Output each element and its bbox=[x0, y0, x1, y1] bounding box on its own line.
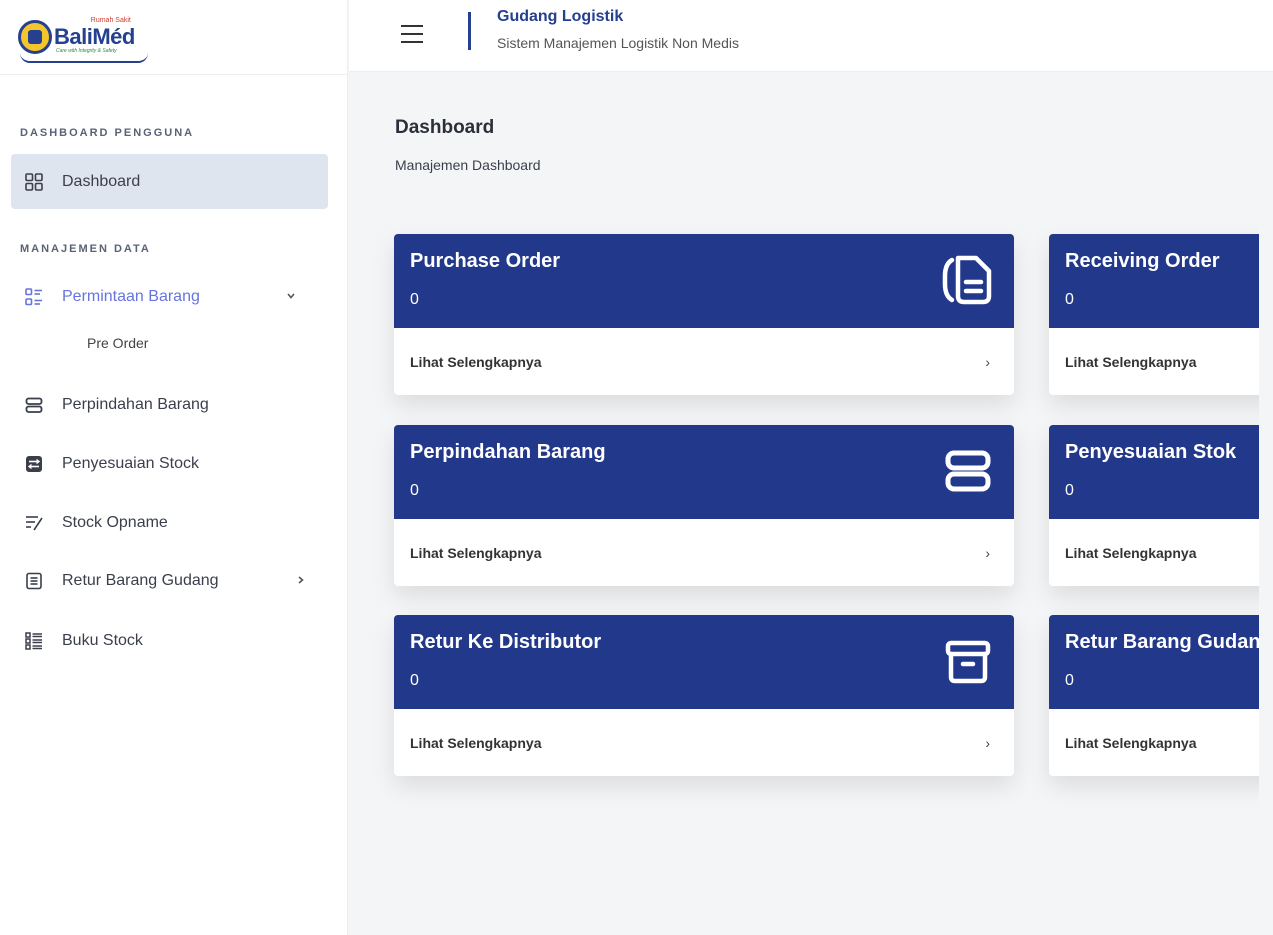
adjust-icon bbox=[25, 455, 43, 473]
chevron-down-icon bbox=[286, 290, 296, 304]
card-title: Perpindahan Barang bbox=[410, 441, 606, 463]
sidebar-item-permintaan-barang[interactable]: Permintaan Barang bbox=[11, 269, 328, 324]
card-see-more-link[interactable]: Lihat Selengkapnya bbox=[1049, 328, 1259, 395]
top-header: Gudang Logistik Sistem Manajemen Logisti… bbox=[349, 0, 1273, 72]
logo-area: Rumah Sakit BaliMéd Care with Integrity … bbox=[0, 0, 347, 75]
ledger-icon bbox=[25, 631, 43, 650]
card-title: Retur Ke Distributor bbox=[410, 631, 602, 653]
card-purchase-order: Purchase Order 0 Lihat Selengkapnya › bbox=[394, 234, 1014, 395]
sidebar-item-dashboard[interactable]: Dashboard bbox=[11, 154, 328, 209]
chevron-right-icon bbox=[296, 574, 306, 588]
card-see-more-link[interactable]: Lihat Selengkapnya › bbox=[394, 709, 1014, 776]
card-title: Receiving Order bbox=[1065, 250, 1220, 272]
sidebar-item-label: Retur Barang Gudang bbox=[62, 571, 219, 589]
hamburger-menu-icon[interactable] bbox=[401, 25, 423, 43]
header-title: Gudang Logistik bbox=[497, 8, 624, 25]
archive-icon bbox=[945, 640, 991, 684]
header-divider bbox=[468, 12, 471, 50]
document-icon bbox=[942, 255, 992, 305]
grid-icon bbox=[25, 172, 43, 191]
card-retur-ke-distributor: Retur Ke Distributor 0 Lihat Selengkapny… bbox=[394, 615, 1014, 776]
card-see-more-link[interactable]: Lihat Selengkapnya › bbox=[394, 519, 1014, 586]
chevron-right-icon: › bbox=[985, 544, 990, 561]
sidebar-item-stock-opname[interactable]: Stock Opname bbox=[11, 495, 328, 550]
sidebar-item-label: Perpindahan Barang bbox=[62, 395, 209, 413]
sidebar-item-perpindahan-barang[interactable]: Perpindahan Barang bbox=[11, 377, 328, 432]
logo-name: BaliMéd bbox=[54, 24, 135, 49]
sidebar: Rumah Sakit BaliMéd Care with Integrity … bbox=[0, 0, 348, 935]
sidebar-item-buku-stock[interactable]: Buku Stock bbox=[11, 613, 328, 668]
card-see-more-link[interactable]: Lihat Selengkapnya bbox=[1049, 709, 1259, 776]
checklist-icon bbox=[25, 514, 43, 532]
sidebar-item-label: Permintaan Barang bbox=[62, 287, 200, 305]
card-penyesuaian-stok: Penyesuaian Stok 0 Lihat Selengkapnya bbox=[1049, 425, 1259, 586]
sidebar-item-label: Stock Opname bbox=[62, 513, 168, 531]
sidebar-item-label: Dashboard bbox=[62, 172, 141, 190]
logo-small-text: Rumah Sakit bbox=[90, 17, 131, 24]
card-title: Penyesuaian Stok bbox=[1065, 441, 1237, 463]
sidebar-subitem-pre-order[interactable]: Pre Order bbox=[87, 335, 148, 351]
card-title: Retur Barang Gudang bbox=[1065, 631, 1259, 653]
card-count: 0 bbox=[1065, 672, 1074, 689]
sidebar-item-retur-barang-gudang[interactable]: Retur Barang Gudang bbox=[11, 553, 328, 608]
card-retur-barang-gudang: Retur Barang Gudang 0 Lihat Selengkapnya bbox=[1049, 615, 1259, 776]
card-count: 0 bbox=[1065, 482, 1074, 499]
card-count: 0 bbox=[410, 672, 419, 689]
section-title-manajemen: MANAJEMEN DATA bbox=[20, 243, 151, 255]
card-count: 0 bbox=[1065, 291, 1074, 308]
server-icon bbox=[25, 396, 43, 414]
sidebar-item-label: Buku Stock bbox=[62, 631, 143, 649]
chevron-right-icon: › bbox=[985, 734, 990, 751]
card-count: 0 bbox=[410, 482, 419, 499]
sidebar-item-label: Penyesuaian Stock bbox=[62, 454, 199, 472]
card-see-more-link[interactable]: Lihat Selengkapnya › bbox=[394, 328, 1014, 395]
chevron-right-icon: › bbox=[985, 353, 990, 370]
logo-badge-icon bbox=[18, 20, 52, 54]
card-perpindahan-barang: Perpindahan Barang 0 Lihat Selengkapnya … bbox=[394, 425, 1014, 586]
card-receiving-order: Receiving Order 0 Lihat Selengkapnya bbox=[1049, 234, 1259, 395]
list-icon bbox=[25, 287, 43, 306]
header-subtitle: Sistem Manajemen Logistik Non Medis bbox=[497, 35, 739, 51]
card-see-more-link[interactable]: Lihat Selengkapnya bbox=[1049, 519, 1259, 586]
card-count: 0 bbox=[410, 291, 419, 308]
cards-area: Purchase Order 0 Lihat Selengkapnya › Re… bbox=[349, 73, 1259, 935]
card-title: Purchase Order bbox=[410, 250, 561, 272]
document-icon bbox=[25, 572, 43, 590]
sidebar-item-penyesuaian-stock[interactable]: Penyesuaian Stock bbox=[11, 436, 328, 491]
section-title-dashboard: DASHBOARD PENGGUNA bbox=[20, 127, 195, 139]
server-icon bbox=[945, 450, 991, 492]
balimed-logo[interactable]: Rumah Sakit BaliMéd Care with Integrity … bbox=[18, 17, 148, 63]
